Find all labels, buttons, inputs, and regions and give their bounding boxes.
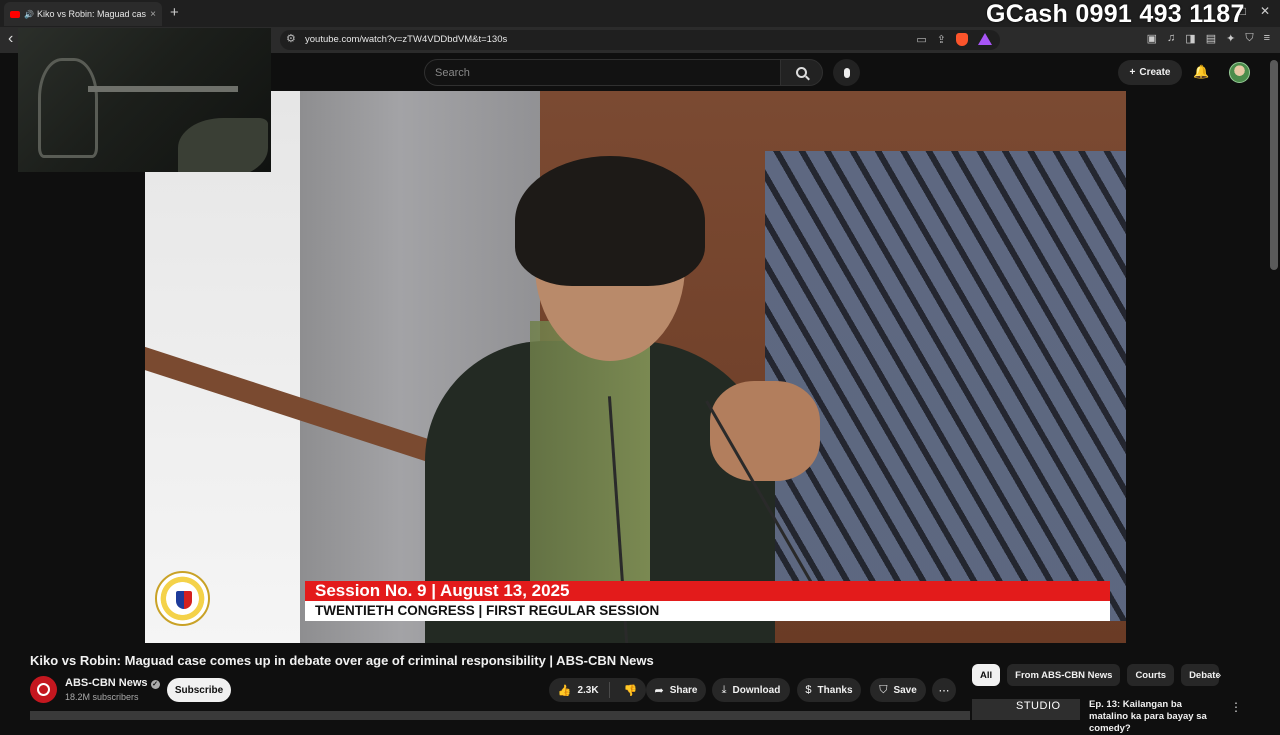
sidebar-icon[interactable]: ◨ [1185, 32, 1195, 45]
description-box-edge [30, 711, 970, 720]
url-text[interactable]: youtube.com/watch?v=zTW4VDDbdVM&t=130s [305, 34, 507, 45]
wallet-icon[interactable]: ▤ [1206, 32, 1216, 45]
site-settings-icon[interactable]: ⚙ [286, 32, 296, 45]
thumbnail-text: STUDIO [1016, 700, 1061, 712]
speaker-icon[interactable]: 🔊 [24, 10, 34, 19]
search-button[interactable] [780, 59, 823, 86]
microphone-icon [843, 67, 850, 78]
channel-name-text[interactable]: ABS-CBN News [65, 677, 148, 689]
vpn-icon[interactable]: ⛉ [1245, 32, 1253, 45]
save-label: Save [893, 684, 917, 696]
address-bar-actions: ▭ ⇪ [916, 33, 992, 46]
brave-rewards-icon[interactable] [978, 33, 992, 45]
like-button[interactable]: 👍 2.3K [558, 682, 610, 698]
address-bar[interactable]: ⚙ youtube.com/watch?v=zTW4VDDbdVM&t=130s… [280, 30, 1000, 50]
create-button[interactable]: + Create [1118, 60, 1182, 85]
video-scene-grill [765, 151, 1126, 621]
share-arrow-icon: ➦ [654, 684, 664, 697]
abs-cbn-logo-icon [37, 683, 50, 696]
seal-shield [176, 591, 192, 609]
share-label: Share [669, 684, 698, 696]
close-window-icon[interactable]: ✕ [1260, 4, 1270, 18]
voice-search-button[interactable] [833, 59, 860, 86]
thanks-button[interactable]: $ Thanks [797, 678, 861, 702]
tab-title: Kiko vs Robin: Maguad case c [36, 9, 147, 19]
session-caption: Session No. 9 | August 13, 2025 [315, 581, 570, 600]
new-tab-button[interactable]: + [170, 4, 179, 21]
more-actions-button[interactable]: ⋯ [932, 678, 956, 702]
screenshot-icon[interactable]: ▣ [1147, 32, 1157, 45]
user-avatar[interactable] [1229, 62, 1250, 83]
thumbs-up-icon: 👍 [557, 684, 572, 697]
recommended-video-title[interactable]: Ep. 13: Kailangan ba matalino ka para ba… [1089, 699, 1219, 735]
speaker-hair [515, 156, 705, 286]
video-player[interactable]: Session No. 9 | August 13, 2025 TWENTIET… [145, 91, 1126, 643]
thumbs-down-icon: 👎 [623, 684, 638, 697]
verified-check-icon: ✓ [150, 680, 160, 689]
subscribe-button[interactable]: Subscribe [167, 678, 231, 702]
share-button[interactable]: ➦ Share [646, 678, 706, 702]
tab-close-icon[interactable]: × [150, 9, 156, 20]
subscriber-count: 18.2M subscribers [65, 692, 139, 702]
kebab-menu-icon[interactable]: ⋮ [1230, 700, 1242, 714]
back-arrow-icon[interactable]: ‹ [8, 30, 13, 48]
speaker-barong [530, 321, 650, 621]
download-button[interactable]: ⤓ Download [712, 678, 790, 702]
cast-icon[interactable]: ▭ [916, 33, 926, 46]
browser-tab[interactable]: 🔊 Kiko vs Robin: Maguad case c × [4, 2, 162, 26]
create-label: Create [1139, 67, 1171, 78]
like-count: 2.3K [577, 684, 599, 696]
like-dislike-group: 👍 2.3K 👎 [549, 678, 646, 702]
share-page-icon[interactable]: ⇪ [937, 33, 946, 46]
super-thanks-icon: $ [805, 684, 812, 696]
recommendation-filter-chips: All From ABS-CBN News Courts Debate [972, 664, 1220, 686]
senate-seal-logo [155, 571, 210, 626]
video-title: Kiko vs Robin: Maguad case comes up in d… [30, 653, 654, 668]
notifications-bell-icon[interactable]: 🔔 [1193, 64, 1209, 80]
search-input[interactable]: Search [424, 59, 781, 86]
save-button[interactable]: ⛉ Save [870, 678, 926, 702]
menu-icon[interactable]: ≡ [1264, 32, 1270, 45]
thanks-label: Thanks [817, 684, 853, 696]
search-placeholder: Search [435, 67, 470, 79]
chevron-right-icon[interactable]: › [1217, 667, 1221, 682]
chip-from-channel[interactable]: From ABS-CBN News [1007, 664, 1121, 686]
lower-third-banner: Session No. 9 | August 13, 2025 TWENTIET… [305, 581, 1110, 621]
search-icon [796, 67, 807, 78]
dislike-button[interactable]: 👎 [616, 684, 638, 697]
congress-caption: TWENTIETH CONGRESS | FIRST REGULAR SESSI… [315, 603, 660, 618]
webcam-bar-shape [88, 86, 238, 92]
brave-shields-icon[interactable] [956, 33, 968, 46]
gcash-overlay-text: GCash 0991 493 1187 [986, 0, 1245, 28]
webcam-fan-shape [38, 58, 98, 158]
download-icon: ⤓ [721, 683, 727, 696]
recommended-video-thumbnail[interactable]: STUDIO [972, 699, 1080, 720]
media-icon[interactable]: ♫ [1167, 32, 1175, 45]
youtube-favicon-icon [10, 10, 20, 18]
leo-ai-icon[interactable]: ✦ [1226, 32, 1235, 45]
bookmark-icon: ⛉ [879, 683, 888, 696]
chip-all[interactable]: All [972, 664, 1001, 686]
download-label: Download [732, 684, 781, 696]
channel-avatar[interactable] [30, 676, 57, 703]
channel-name[interactable]: ABS-CBN News ✓ [65, 677, 160, 689]
browser-extensions: ▣ ♫ ◨ ▤ ✦ ⛉ ≡ [1147, 32, 1270, 45]
webcam-plant-shape [178, 118, 268, 172]
speaker-pointing-hand [710, 381, 820, 481]
webcam-overlay [18, 28, 271, 172]
more-horizontal-icon: ⋯ [938, 684, 950, 697]
chip-debate[interactable]: Debate [1181, 664, 1220, 686]
plus-icon: + [1129, 67, 1136, 78]
chip-courts[interactable]: Courts [1127, 664, 1175, 686]
page-scrollbar[interactable] [1270, 60, 1278, 270]
